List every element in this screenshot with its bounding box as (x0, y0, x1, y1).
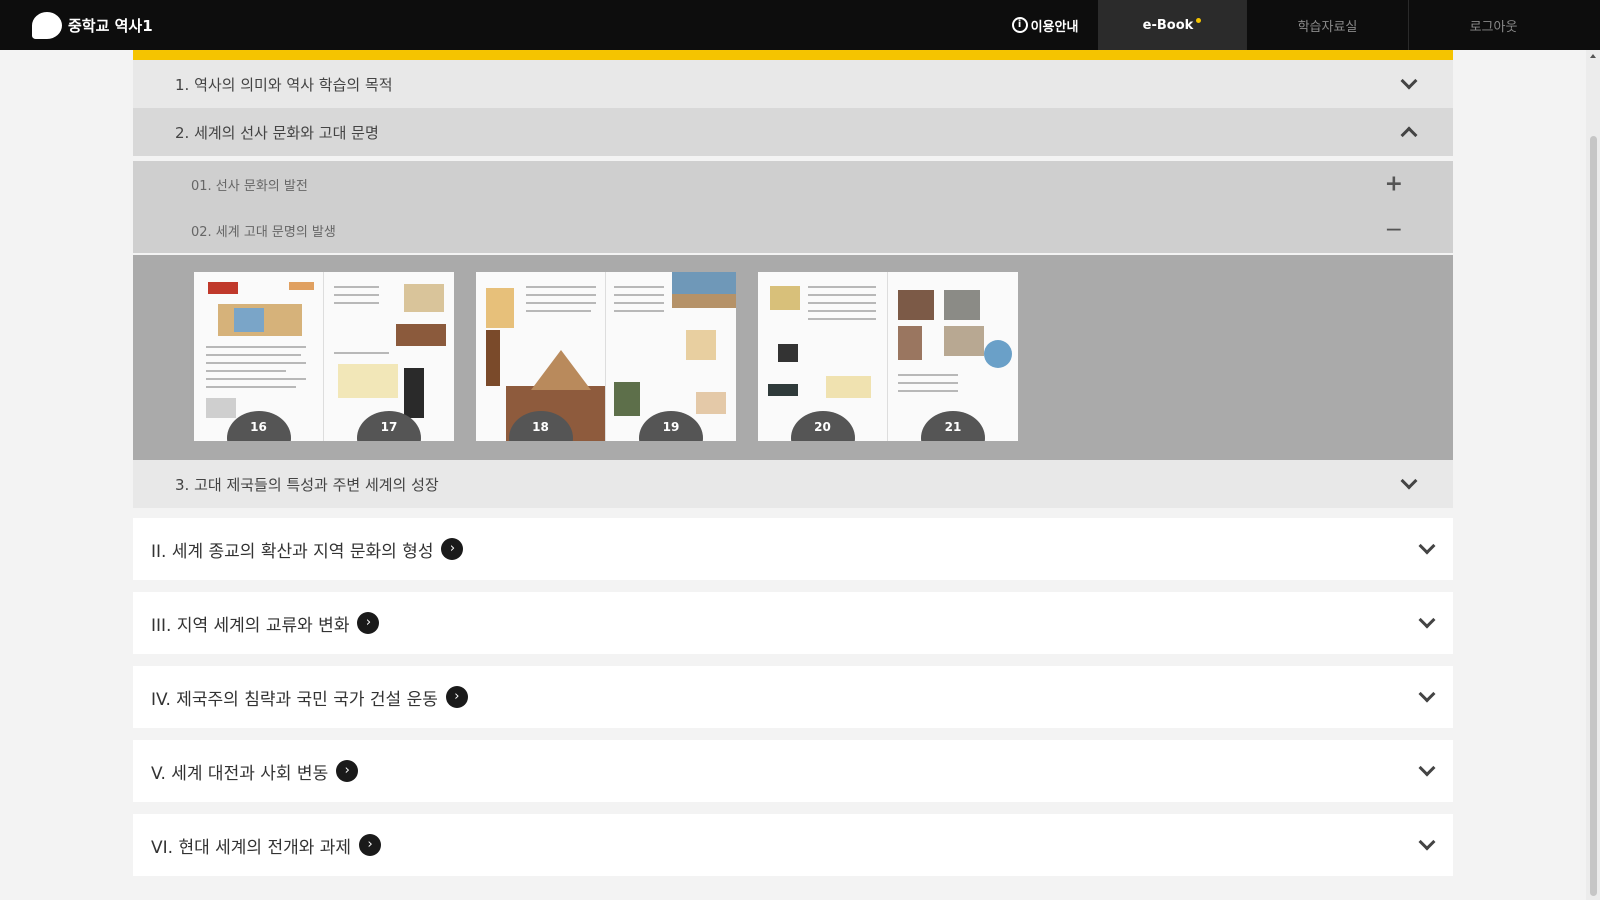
section-label: 02. 세계 고대 문명의 발생 (191, 224, 336, 240)
unit-label: IV. 제국주의 침략과 국민 국가 건설 운동 (151, 689, 438, 710)
page-thumbnail[interactable]: 21 (888, 272, 1018, 441)
chapter-row-3[interactable]: 3. 고대 제국들의 특성과 주변 세계의 성장 (133, 460, 1453, 508)
chevron-down-icon (1418, 685, 1436, 703)
unit-row-5[interactable]: V. 세계 대전과 사회 변동 › (133, 740, 1453, 802)
scroll-up-arrow-icon[interactable] (1590, 54, 1596, 58)
chapter-row-2[interactable]: 2. 세계의 선사 문화와 고대 문명 (133, 108, 1453, 156)
speech-bubble-logo-icon (32, 11, 62, 39)
unit-row-2[interactable]: II. 세계 종교의 확산과 지역 문화의 형성 › (133, 518, 1453, 580)
page-number-badge: 20 (790, 411, 855, 441)
page-thumbnail[interactable]: 20 (758, 272, 888, 441)
arrow-right-circle-icon[interactable]: › (336, 760, 359, 782)
scrollbar-thumb[interactable] (1590, 136, 1597, 896)
page-spread-1: 16 17 (194, 272, 454, 441)
section-row-1[interactable]: 01. 선사 문화의 발전 + (133, 161, 1453, 207)
nav-resources-label: 학습자료실 (1297, 19, 1358, 35)
chevron-down-icon (1400, 72, 1418, 90)
page-number-badge: 16 (226, 411, 291, 441)
minus-icon: − (1384, 217, 1403, 243)
nav-guide-link[interactable]: i 이용안내 (990, 0, 1100, 50)
chevron-down-icon (1400, 472, 1418, 490)
chapter-row-1[interactable]: 1. 역사의 의미와 역사 학습의 목적 (133, 60, 1453, 108)
unit-row-3[interactable]: III. 지역 세계의 교류와 변화 › (133, 592, 1453, 654)
section-label: 01. 선사 문화의 발전 (191, 178, 308, 194)
chevron-down-icon (1418, 611, 1436, 629)
unit-label: VI. 현대 세계의 전개와 과제 (151, 837, 352, 858)
nav-logout-link[interactable]: 로그아웃 (1408, 0, 1578, 50)
arrow-right-circle-icon[interactable]: › (359, 834, 382, 856)
unit-row-4[interactable]: IV. 제국주의 침략과 국민 국가 건설 운동 › (133, 666, 1453, 728)
nav-ebook-label: e-Book (1142, 17, 1194, 33)
page-number-badge: 21 (921, 411, 985, 441)
section-row-2[interactable]: 02. 세계 고대 문명의 발생 − (133, 207, 1453, 253)
accent-bar (133, 50, 1453, 60)
chapter-label: 1. 역사의 의미와 역사 학습의 목적 (175, 75, 393, 94)
new-indicator-dot-icon (1196, 17, 1202, 23)
brand-name: 중학교 역사1 (68, 16, 153, 35)
arrow-right-circle-icon[interactable]: › (445, 686, 468, 708)
page-thumbnail[interactable]: 16 (194, 272, 324, 441)
nav-guide-label: 이용안내 (1030, 19, 1079, 35)
unit-row-6[interactable]: VI. 현대 세계의 전개와 과제 › (133, 814, 1453, 876)
page-thumbnail[interactable]: 17 (324, 272, 454, 441)
nav-logout-label: 로그아웃 (1469, 19, 1518, 35)
nav-resources-link[interactable]: 학습자료실 (1246, 0, 1408, 50)
page-thumbnail[interactable]: 19 (606, 272, 736, 441)
brand-logo-link[interactable]: 중학교 역사1 (32, 11, 153, 39)
chapter-label: 3. 고대 제국들의 특성과 주변 세계의 성장 (175, 475, 439, 494)
unit-label: III. 지역 세계의 교류와 변화 (151, 615, 350, 636)
page-spread-2: 18 19 (476, 272, 736, 441)
plus-icon: + (1384, 171, 1403, 197)
unit-label: V. 세계 대전과 사회 변동 (151, 763, 329, 784)
nav-ebook-tab[interactable]: e-Book (1098, 0, 1246, 50)
chevron-down-icon (1418, 759, 1436, 777)
page-thumbnails-area: 16 17 18 19 20 21 (133, 255, 1453, 460)
page-thumbnail[interactable]: 18 (476, 272, 606, 441)
arrow-right-circle-icon[interactable]: › (357, 612, 380, 634)
vertical-scrollbar[interactable] (1586, 50, 1600, 900)
arrow-right-circle-icon[interactable]: › (441, 538, 464, 560)
chapter-label: 2. 세계의 선사 문화와 고대 문명 (175, 123, 379, 142)
top-navigation-bar: 중학교 역사1 i 이용안내 e-Book 학습자료실 로그아웃 (0, 0, 1600, 50)
chevron-down-icon (1418, 833, 1436, 851)
chevron-up-icon (1400, 126, 1418, 144)
chevron-down-icon (1418, 537, 1436, 555)
page-spread-3: 20 21 (758, 272, 1018, 441)
info-icon: i (1011, 17, 1028, 33)
unit-label: II. 세계 종교의 확산과 지역 문화의 형성 (151, 541, 434, 562)
page-number-badge: 19 (639, 411, 703, 441)
